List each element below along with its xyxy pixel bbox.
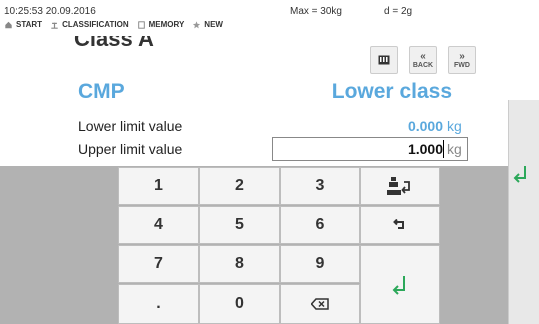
scale-icon bbox=[51, 22, 58, 29]
menu-classification-label: CLASSIFICATION bbox=[62, 20, 129, 29]
max-capacity: Max = 30kg bbox=[290, 6, 342, 17]
backspace-icon bbox=[311, 298, 329, 310]
star-icon bbox=[193, 20, 201, 28]
lower-limit-label: Lower limit value bbox=[78, 118, 183, 134]
side-enter-button[interactable] bbox=[513, 164, 529, 190]
lower-limit-value: 0.000 bbox=[407, 118, 443, 134]
menu-new[interactable]: NEW bbox=[192, 20, 223, 29]
menu-memory[interactable]: MEMORY bbox=[137, 20, 185, 29]
backspace-key[interactable] bbox=[280, 284, 360, 324]
key-3[interactable]: 3 bbox=[280, 167, 360, 205]
top-menu: START CLASSIFICATION MEMORY NEW bbox=[4, 20, 223, 29]
lower-limit-unit: kg bbox=[447, 118, 462, 134]
menu-start-label: START bbox=[16, 20, 43, 29]
enter-icon bbox=[392, 275, 405, 295]
upper-limit-unit: kg bbox=[447, 141, 462, 157]
datetime: 10:25:53 20.09.2016 bbox=[4, 6, 96, 17]
keyboard-button[interactable] bbox=[370, 46, 398, 74]
key-9[interactable]: 9 bbox=[280, 245, 360, 283]
upper-limit-label: Upper limit value bbox=[78, 141, 183, 157]
scale-division: d = 2g bbox=[384, 6, 413, 17]
keyboard-icon bbox=[378, 55, 390, 65]
key-6[interactable]: 6 bbox=[280, 206, 360, 244]
undo-icon bbox=[393, 219, 404, 229]
back-label: BACK bbox=[412, 61, 434, 69]
cmp-heading: CMP bbox=[78, 80, 125, 103]
key-4[interactable]: 4 bbox=[118, 206, 199, 244]
key-decimal[interactable]: . bbox=[118, 284, 199, 324]
key-7[interactable]: 7 bbox=[118, 245, 199, 283]
key-5[interactable]: 5 bbox=[199, 206, 280, 244]
text-cursor bbox=[443, 140, 444, 158]
key-2[interactable]: 2 bbox=[199, 167, 280, 205]
undo-key[interactable] bbox=[360, 206, 440, 244]
menu-start[interactable]: START bbox=[4, 20, 42, 29]
key-0[interactable]: 0 bbox=[199, 284, 280, 324]
class-heading: Lower class bbox=[331, 80, 452, 103]
side-panel bbox=[508, 100, 539, 324]
key-8[interactable]: 8 bbox=[199, 245, 280, 283]
enter-icon bbox=[513, 166, 526, 183]
fwd-label: FWD bbox=[454, 61, 470, 69]
menu-memory-label: MEMORY bbox=[148, 20, 185, 29]
status-bar: 10:25:53 20.09.2016 Max = 30kg d = 2g ST… bbox=[0, 0, 539, 32]
key-1[interactable]: 1 bbox=[118, 167, 199, 205]
tare-key[interactable] bbox=[360, 167, 440, 205]
double-chevron-left-icon: « bbox=[420, 50, 426, 62]
home-icon bbox=[5, 21, 12, 28]
numeric-keypad: 1 2 3 4 5 6 7 8 9 . 0 bbox=[0, 166, 508, 324]
menu-classification[interactable]: CLASSIFICATION bbox=[50, 20, 129, 29]
page-title: Class A bbox=[74, 36, 154, 50]
upper-limit-value: 1.000 bbox=[407, 141, 443, 157]
back-button[interactable]: « BACK bbox=[409, 46, 437, 74]
tare-icon bbox=[387, 177, 410, 195]
enter-key[interactable] bbox=[360, 245, 440, 324]
menu-new-label: NEW bbox=[204, 20, 223, 29]
forward-button[interactable]: » FWD bbox=[448, 46, 476, 74]
double-chevron-right-icon: » bbox=[459, 50, 465, 62]
memory-icon bbox=[137, 20, 145, 29]
